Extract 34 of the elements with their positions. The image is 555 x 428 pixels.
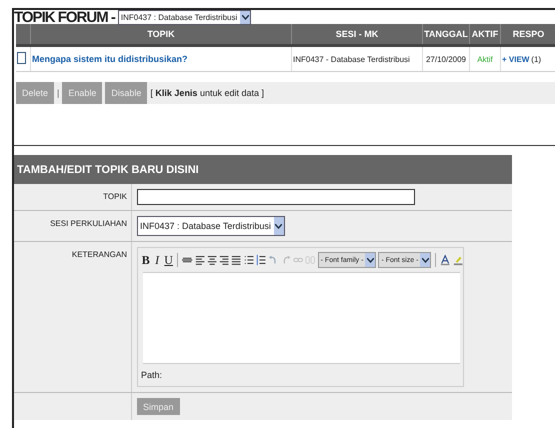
- row-checkbox[interactable]: [17, 52, 26, 64]
- text-color-icon[interactable]: [440, 254, 451, 266]
- justify-icon[interactable]: [231, 254, 242, 266]
- session-select[interactable]: INF0437 : Database Terdistribusi: [137, 216, 285, 236]
- course-select[interactable]: INF0437 : Database Terdistribusi: [118, 10, 252, 24]
- table-cell: 27/10/2009: [426, 54, 466, 64]
- separator-text: |: [57, 88, 60, 98]
- field-label: TOPIK: [103, 192, 127, 201]
- field-label: SESI PERKULIAHAN: [50, 219, 127, 228]
- page-title: TOPIK FORUM -: [14, 8, 115, 26]
- bold-button[interactable]: B: [141, 252, 150, 268]
- highlight-color-icon[interactable]: [452, 254, 463, 266]
- hint-text: [ Klik Jenis untuk edit data ]: [150, 88, 264, 98]
- topic-link[interactable]: Mengapa sistem itu didistribusikan?: [32, 54, 188, 64]
- column-header: AKTIF: [470, 24, 500, 46]
- bullet-list-icon[interactable]: [244, 254, 254, 266]
- column-header: TANGGAL: [422, 24, 470, 46]
- align-left-icon[interactable]: [194, 254, 205, 266]
- numbered-list-icon[interactable]: [256, 254, 266, 266]
- italic-button[interactable]: I: [152, 252, 162, 268]
- underline-button[interactable]: U: [164, 252, 174, 268]
- align-center-icon[interactable]: [206, 254, 218, 266]
- path-label: Path:: [141, 370, 162, 380]
- topic-input[interactable]: [137, 189, 415, 205]
- status-text: Aktif: [477, 54, 493, 64]
- column-header: SESI - MK: [292, 24, 422, 46]
- table-cell: INF0437 - Database Terdistribusi: [293, 54, 410, 64]
- form-header: TAMBAH/EDIT TOPIK BARU DISINI: [14, 155, 512, 184]
- view-link[interactable]: + VIEW: [502, 54, 530, 64]
- column-header: TOPIK: [30, 24, 292, 46]
- column-header: RESPO: [500, 24, 555, 46]
- align-right-icon[interactable]: [219, 254, 230, 266]
- response-count: (1): [531, 54, 542, 64]
- field-label: KETERANGAN: [72, 250, 127, 259]
